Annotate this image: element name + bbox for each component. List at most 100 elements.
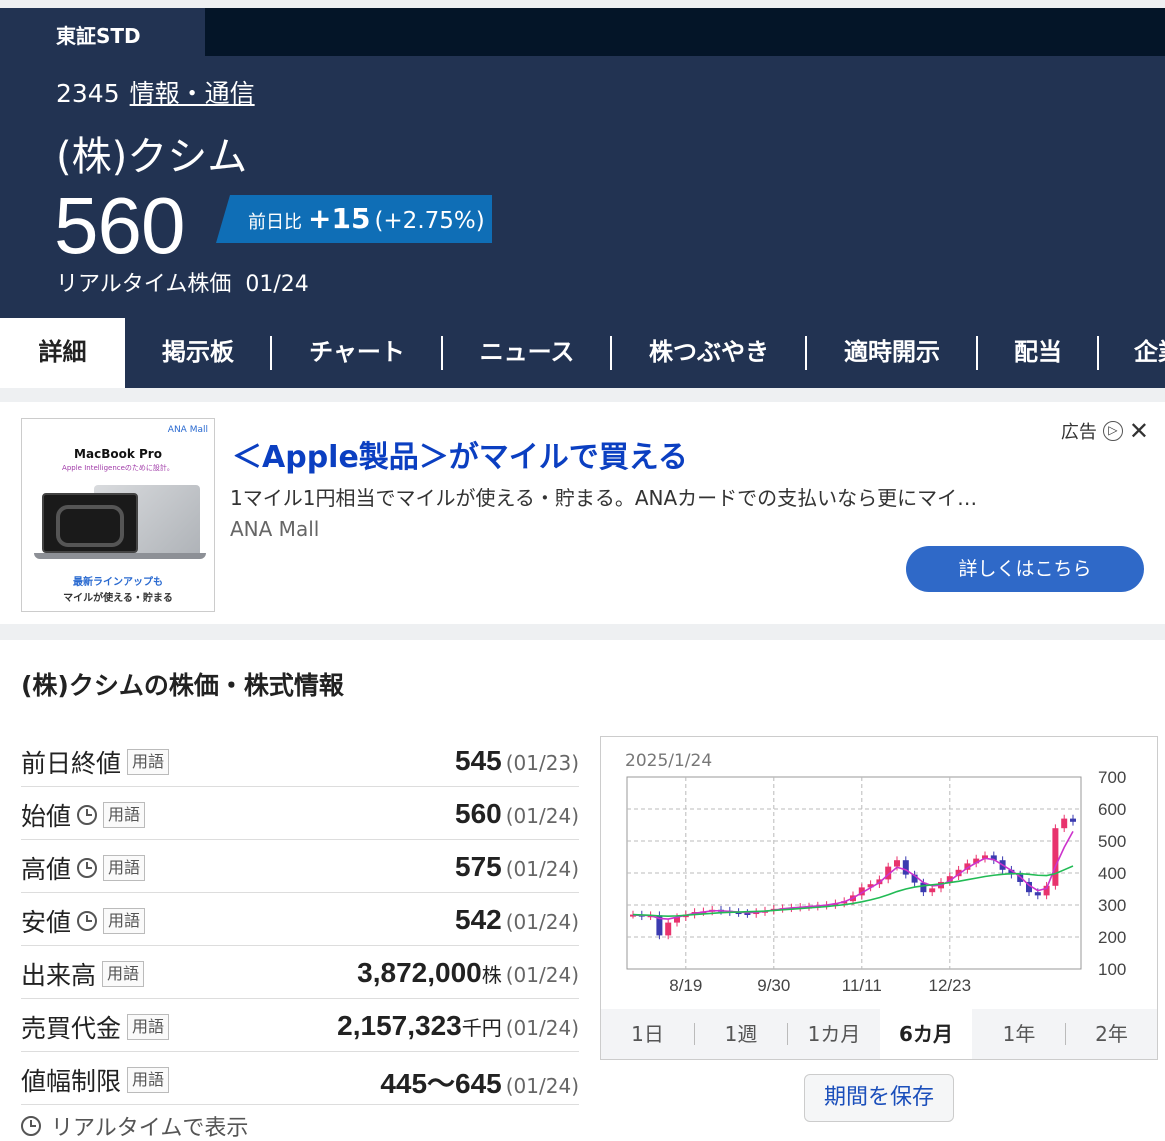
stock-header: 東証STD 2345 情報・通信 (株)クシム 560 前日比 +15 (+2.75%… [0, 8, 1165, 318]
row-unit: 千円 [461, 1016, 502, 1040]
ad-cta-button[interactable]: 詳しくはこちら [906, 546, 1144, 592]
change-label: 前日比 [248, 212, 302, 233]
industry-link[interactable]: 情報・通信 [130, 79, 255, 108]
laptop-front-image [42, 493, 138, 553]
code-line: 2345 情報・通信 [56, 74, 255, 110]
chart-y-tick-label: 300 [1098, 896, 1126, 915]
chart-candle [1034, 892, 1041, 896]
chart-x-tick-label: 9/30 [757, 976, 790, 995]
tab-tweets[interactable]: 株つぶやき [612, 318, 806, 388]
tab-bar: 詳細 掲示板 チャート ニュース 株つぶやき 適時開示 配当 企業 [0, 318, 1165, 388]
chart-candle [665, 922, 672, 936]
period-6m[interactable]: 6カ月 [880, 1009, 972, 1059]
row-label: 前日終値 [21, 749, 122, 778]
info-row-high: 高値 用語 575 (01/24) [21, 840, 579, 893]
row-date: (01/24) [505, 963, 579, 987]
ad-label: 広告 ▷ ✕ [1061, 418, 1149, 444]
period-selector: 1日 1週 1カ月 6カ月 1年 2年 [601, 1009, 1157, 1059]
row-value: 545 [455, 745, 502, 776]
ad-product-name: MacBook Pro [74, 447, 162, 461]
change-value: +15 [308, 202, 371, 235]
row-label: 高値 [21, 855, 72, 884]
realtime-info: リアルタイム株価 01/24 [56, 266, 309, 298]
chart-y-tick-label: 400 [1098, 864, 1126, 883]
row-date: (01/24) [505, 804, 579, 828]
ad-sponsor: ANA Mall [230, 517, 320, 541]
term-button[interactable]: 用語 [127, 749, 170, 775]
row-value: 3,872,000 [357, 957, 482, 988]
ad-image-tagline: Apple Intelligenceのために設計。 [62, 464, 174, 472]
tab-chart[interactable]: チャート [272, 318, 442, 388]
period-1m[interactable]: 1カ月 [788, 1009, 880, 1059]
company-name: (株)クシム [56, 134, 248, 180]
realtime-link-label: リアルタイムで表示 [51, 1116, 249, 1141]
info-row-open: 始値 用語 560 (01/24) [21, 787, 579, 840]
clock-icon [77, 911, 98, 931]
chart-y-tick-label: 700 [1098, 768, 1126, 787]
row-value: 2,157,323 [337, 1010, 462, 1041]
period-1y[interactable]: 1年 [973, 1009, 1065, 1059]
chart-x-tick-label: 11/11 [842, 976, 882, 995]
term-button[interactable]: 用語 [127, 1067, 170, 1093]
chart-x-tick-label: 12/23 [929, 976, 972, 995]
period-2y[interactable]: 2年 [1066, 1009, 1157, 1059]
chart-x-tick-label: 8/19 [669, 976, 702, 995]
chart-svg[interactable]: 700 600 500 400 300 200 100 8/19 9/30 11/11 12/23 [601, 737, 1157, 1007]
clock-icon [21, 1116, 41, 1136]
row-date: (01/23) [505, 751, 579, 775]
tab-board[interactable]: 掲示板 [125, 318, 271, 388]
price-chart: 2025/1/24 700 600 500 400 300 200 100 8/19 9/30 1… [600, 736, 1158, 1060]
info-row-prev-close: 前日終値 用語 545 (01/23) [21, 734, 579, 787]
realtime-date: 01/24 [245, 272, 309, 297]
term-button[interactable]: 用語 [103, 855, 146, 881]
row-value: 542 [455, 904, 502, 935]
row-label: 出来高 [21, 961, 97, 990]
current-price: 560 [54, 181, 185, 270]
market-tab[interactable]: 東証STD [0, 8, 205, 56]
term-button[interactable]: 用語 [102, 961, 145, 987]
price-change-box: 前日比 +15 (+2.75%) [216, 195, 492, 243]
chart-candle [1052, 828, 1059, 886]
term-button[interactable]: 用語 [127, 1014, 170, 1040]
section-title: (株)クシムの株価・株式情報 [21, 671, 344, 700]
ad-label-text: 広告 [1060, 422, 1097, 443]
period-1d[interactable]: 1日 [601, 1009, 694, 1059]
chart-candle [902, 860, 909, 875]
info-row-low: 安値 用語 542 (01/24) [21, 893, 579, 946]
change-percent: (+2.75%) [374, 208, 485, 234]
info-rows: 前日終値 用語 545 (01/23) 始値 用語 560 (01/24) 高値 用語 5… [21, 734, 579, 1105]
ad-image-caption-2: マイルが使える・貯まる [63, 593, 173, 604]
tab-dividend[interactable]: 配当 [978, 318, 1098, 388]
row-unit: 株 [481, 963, 502, 987]
row-label: 売買代金 [21, 1014, 122, 1043]
market-bar: 東証STD [0, 8, 1165, 56]
row-label: 始値 [21, 802, 72, 831]
row-date: (01/24) [505, 857, 579, 881]
ad-image-brand: ANA Mall [167, 425, 208, 435]
row-date: (01/24) [505, 1074, 579, 1098]
tab-news[interactable]: ニュース [443, 318, 611, 388]
term-button[interactable]: 用語 [103, 908, 146, 934]
tab-disclosure[interactable]: 適時開示 [807, 318, 977, 388]
tab-company[interactable]: 企業 [1134, 318, 1165, 388]
chart-candle [1061, 818, 1068, 829]
period-1w[interactable]: 1週 [695, 1009, 787, 1059]
ad-image-product: MacBook Pro [22, 447, 214, 461]
clock-icon [77, 805, 98, 825]
info-row-trading-value: 売買代金 用語 2,157,323千円 (01/24) [21, 999, 579, 1052]
row-date: (01/24) [505, 1016, 579, 1040]
term-button[interactable]: 用語 [103, 802, 146, 828]
save-period-button[interactable]: 期間を保存 [804, 1074, 954, 1122]
ad-description: 1マイル1円相当でマイルが使える・貯まる。ANAカードでの支払いなら更にマイ… [230, 486, 978, 510]
ad-info-icon[interactable]: ▷ [1102, 421, 1123, 441]
realtime-link[interactable]: リアルタイムで表示 [21, 1110, 248, 1141]
close-icon[interactable]: ✕ [1129, 419, 1149, 443]
laptop-base-image [34, 553, 206, 559]
row-value: 560 [455, 798, 502, 829]
clock-icon [77, 858, 98, 878]
ad-image[interactable]: ANA Mall MacBook Pro Apple Intelligenceの… [21, 418, 215, 612]
chart-y-tick-label: 500 [1098, 832, 1126, 851]
ad-title[interactable]: ＜Apple製品＞がマイルで買える [232, 432, 688, 476]
chart-y-tick-label: 100 [1098, 960, 1126, 979]
tab-details[interactable]: 詳細 [0, 318, 125, 388]
